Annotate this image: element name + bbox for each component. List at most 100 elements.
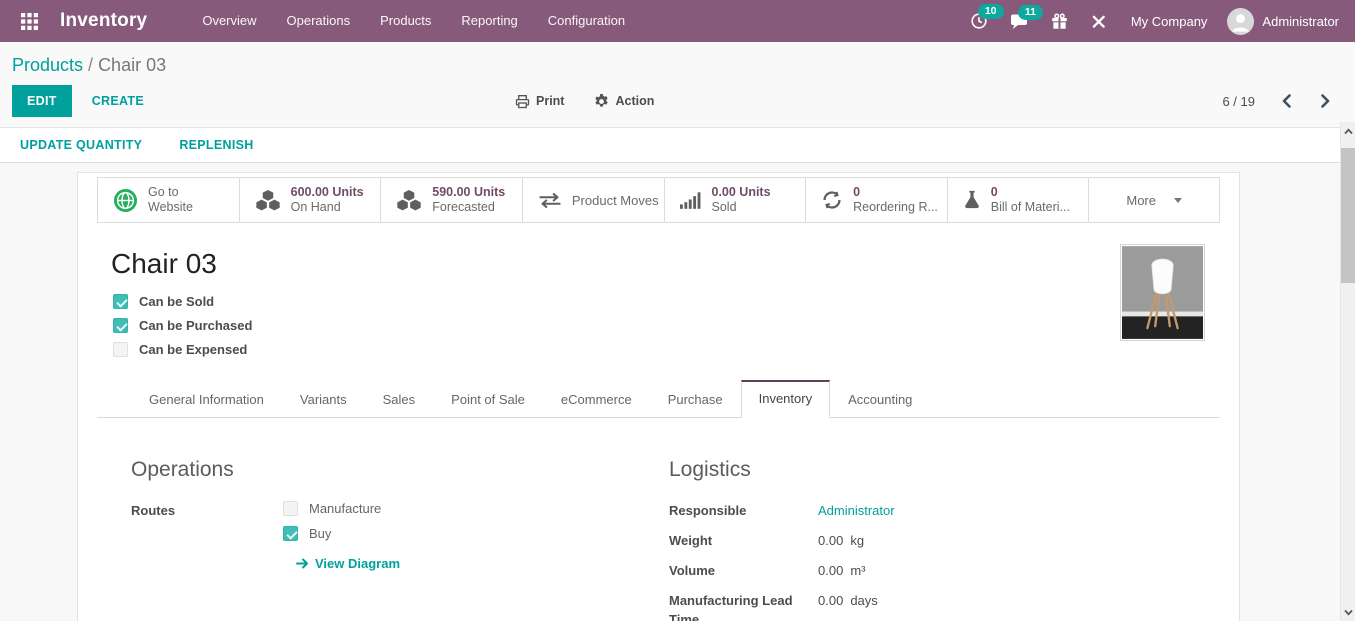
operations-section: Operations Routes Manufacture Buy	[131, 458, 669, 621]
product-title: Chair 03	[111, 248, 1239, 280]
create-button[interactable]: CREATE	[78, 86, 158, 116]
routes-field: Manufacture Buy View Diagram	[283, 501, 400, 571]
menu-overview[interactable]: Overview	[189, 0, 269, 42]
on-hand-button[interactable]: 600.00 Units On Hand	[240, 178, 382, 222]
product-moves-button[interactable]: Product Moves	[523, 178, 665, 222]
previous-record-button[interactable]	[1279, 92, 1294, 110]
product-image	[1120, 244, 1205, 341]
route-label: Manufacture	[309, 501, 381, 516]
vertical-scrollbar[interactable]	[1340, 122, 1355, 621]
inventory-tab-content: Operations Routes Manufacture Buy	[78, 418, 1239, 621]
tab-inventory[interactable]: Inventory	[741, 380, 830, 418]
more-label: More	[1126, 193, 1156, 208]
scroll-up-arrow[interactable]	[1341, 124, 1355, 138]
view-diagram-link[interactable]: View Diagram	[296, 556, 400, 571]
cubes-icon	[396, 190, 422, 211]
routes-label: Routes	[131, 501, 283, 571]
flag-can-be-purchased: Can be Purchased	[113, 318, 1239, 333]
stat-label: On Hand	[291, 200, 364, 215]
can-be-purchased-checkbox[interactable]	[113, 318, 128, 333]
message-badge: 11	[1018, 5, 1043, 20]
breadcrumb-separator: /	[88, 55, 93, 75]
support-tools-button[interactable]	[1082, 9, 1115, 34]
stat-value: 600.00 Units	[291, 185, 364, 200]
tab-accounting[interactable]: Accounting	[830, 380, 930, 418]
logistics-heading: Logistics	[669, 458, 1219, 482]
breadcrumb-current: Chair 03	[98, 55, 166, 75]
scroll-down-arrow[interactable]	[1341, 605, 1355, 619]
next-record-button[interactable]	[1318, 92, 1333, 110]
chair-photo	[1122, 246, 1203, 339]
manufacturing-lead-time-value: 0.00days	[818, 591, 878, 621]
messages-button[interactable]: 11	[1002, 9, 1037, 34]
can-be-sold-checkbox[interactable]	[113, 294, 128, 309]
menu-products[interactable]: Products	[367, 0, 444, 42]
printer-icon	[515, 94, 530, 109]
tab-point-of-sale[interactable]: Point of Sale	[433, 380, 543, 418]
replenish-button[interactable]: REPLENISH	[179, 138, 253, 152]
activity-badge: 10	[978, 4, 1004, 19]
user-name: Administrator	[1262, 14, 1339, 29]
stat-value: 590.00 Units	[432, 185, 505, 200]
bill-of-materials-button[interactable]: 0 Bill of Materi...	[948, 178, 1090, 222]
sold-button[interactable]: 0.00 Units Sold	[665, 178, 807, 222]
edit-button[interactable]: EDIT	[12, 85, 72, 117]
form-view: Go to Website 600.00 Units On Hand 590	[0, 163, 1355, 621]
view-diagram-label: View Diagram	[315, 556, 400, 571]
go-to-website-button[interactable]: Go to Website	[98, 178, 240, 222]
tab-purchase[interactable]: Purchase	[650, 380, 741, 418]
stat-value: 0.00 Units	[712, 185, 771, 200]
product-sheet: Go to Website 600.00 Units On Hand 590	[77, 172, 1240, 621]
flag-can-be-sold: Can be Sold	[113, 294, 1239, 309]
user-menu[interactable]: Administrator	[1227, 8, 1339, 35]
buy-checkbox[interactable]	[283, 526, 298, 541]
apps-menu-icon[interactable]	[12, 0, 46, 42]
company-switcher[interactable]: My Company	[1131, 14, 1208, 29]
print-menu[interactable]: Print	[515, 94, 564, 109]
tab-variants[interactable]: Variants	[282, 380, 365, 418]
manufacture-checkbox[interactable]	[283, 501, 298, 516]
stat-label: Sold	[712, 200, 771, 215]
logistics-section: Logistics Responsible Administrator Weig…	[669, 458, 1219, 621]
stat-value: 0	[991, 185, 1070, 200]
scrollbar-thumb[interactable]	[1341, 148, 1355, 283]
globe-icon	[113, 188, 138, 213]
forecasted-button[interactable]: 590.00 Units Forecasted	[381, 178, 523, 222]
notebook-tabs: General Information Variants Sales Point…	[97, 380, 1220, 418]
tab-general-information[interactable]: General Information	[131, 380, 282, 418]
menu-operations[interactable]: Operations	[274, 0, 364, 42]
stat-value: 0	[853, 185, 938, 200]
breadcrumb-products[interactable]: Products	[12, 55, 83, 75]
stat-button-row: Go to Website 600.00 Units On Hand 590	[97, 177, 1220, 223]
app-name[interactable]: Inventory	[60, 10, 147, 32]
flag-label: Can be Expensed	[139, 342, 247, 357]
weight-label: Weight	[669, 531, 818, 550]
crossed-tools-icon	[1090, 13, 1107, 30]
activities-button[interactable]: 10	[962, 8, 996, 34]
record-pager: 6 / 19	[1222, 94, 1255, 109]
top-navbar: Inventory Overview Operations Products R…	[0, 0, 1355, 42]
arrow-right-icon	[296, 558, 309, 569]
stat-label: Reordering R...	[853, 200, 938, 215]
gift-icon	[1051, 13, 1068, 30]
control-panel: Products/Chair 03 EDIT CREATE Print Acti…	[0, 42, 1355, 127]
transfer-arrows-icon	[538, 193, 562, 208]
menu-configuration[interactable]: Configuration	[535, 0, 638, 42]
route-manufacture: Manufacture	[283, 501, 400, 516]
cubes-icon	[255, 190, 281, 211]
avatar	[1227, 8, 1254, 35]
more-button[interactable]: More	[1089, 178, 1219, 222]
refresh-icon	[821, 189, 843, 211]
chevron-right-icon	[1320, 94, 1331, 108]
gift-button[interactable]	[1043, 9, 1076, 34]
can-be-expensed-checkbox[interactable]	[113, 342, 128, 357]
action-menu[interactable]: Action	[594, 94, 654, 109]
update-quantity-button[interactable]: UPDATE QUANTITY	[20, 138, 142, 152]
reordering-rules-button[interactable]: 0 Reordering R...	[806, 178, 948, 222]
menu-reporting[interactable]: Reporting	[448, 0, 530, 42]
responsible-value[interactable]: Administrator	[818, 501, 895, 520]
tab-sales[interactable]: Sales	[365, 380, 434, 418]
stat-line2: Website	[148, 200, 193, 215]
tab-ecommerce[interactable]: eCommerce	[543, 380, 650, 418]
caret-down-icon	[1174, 198, 1182, 203]
